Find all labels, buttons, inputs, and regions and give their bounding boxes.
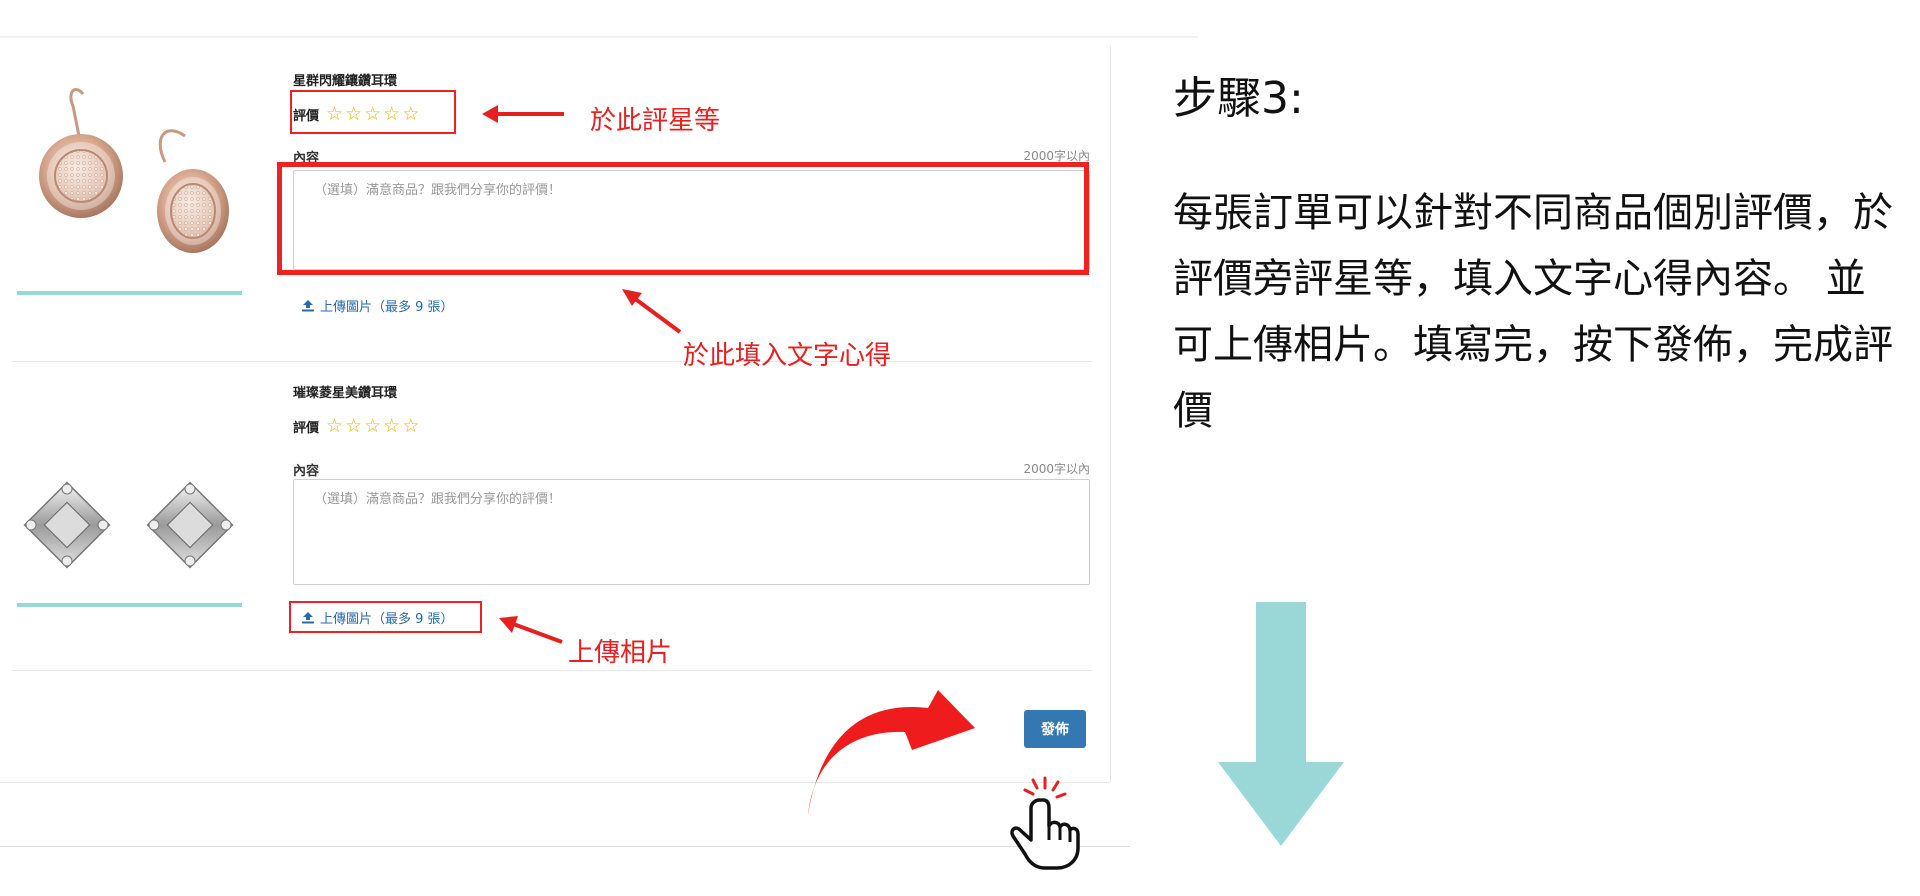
product-name: 星群閃耀鑲鑽耳環 — [293, 74, 398, 89]
step-title: 步驟3: — [1173, 73, 1304, 124]
rating-label: 評價 — [293, 421, 320, 436]
star-4[interactable]: ☆ — [383, 417, 400, 436]
upload-icon — [302, 300, 314, 312]
step-instructions: 每張訂單可以針對不同商品個別評價，於評價旁評星等，填入文字心得內容。 並可上傳相… — [1173, 190, 1893, 434]
product-name: 璀璨菱星美鑽耳環 — [293, 386, 398, 401]
pointer-hand-icon — [1010, 776, 1080, 870]
gold-earring-image — [39, 88, 229, 253]
rating-row: 評價 ☆ ☆ ☆ ☆ ☆ — [293, 417, 419, 437]
star-3[interactable]: ☆ — [364, 417, 381, 436]
product-divider — [12, 361, 1092, 362]
text-highlight-box — [277, 162, 1089, 275]
annotation-text: 於此填入文字心得 — [683, 341, 892, 371]
upload-photo-link[interactable]: 上傳圖片（最多 9 張） — [301, 296, 454, 315]
star-2[interactable]: ☆ — [345, 417, 362, 436]
product-image-underline — [17, 603, 242, 607]
upload-highlight-box — [289, 601, 482, 633]
product-divider — [12, 670, 1092, 671]
diamond-earring-image — [23, 481, 234, 569]
annotation-photo: 上傳相片 — [568, 638, 673, 668]
top-bar — [0, 0, 1198, 37]
arrow-to-rating — [482, 105, 564, 123]
arrow-to-upload — [499, 616, 563, 644]
curved-arrow-icon — [808, 690, 975, 815]
rating-highlight-box — [290, 90, 456, 134]
star-rating[interactable]: ☆ ☆ ☆ ☆ ☆ — [326, 417, 419, 436]
star-1[interactable]: ☆ — [326, 417, 343, 436]
upload-label: 上傳圖片（最多 9 張） — [320, 300, 454, 315]
review-textarea[interactable] — [293, 479, 1090, 585]
product-image-underline — [17, 291, 242, 295]
page-bottom-line — [0, 846, 1130, 847]
publish-button[interactable]: 發佈 — [1024, 710, 1086, 748]
star-5[interactable]: ☆ — [402, 417, 419, 436]
arrow-to-textarea — [622, 289, 682, 334]
char-limit: 2000字以內 — [1023, 462, 1090, 476]
annotation-rate: 於此評星等 — [590, 106, 721, 136]
content-label: 內容 — [293, 464, 320, 479]
down-arrow-icon — [1218, 602, 1344, 846]
